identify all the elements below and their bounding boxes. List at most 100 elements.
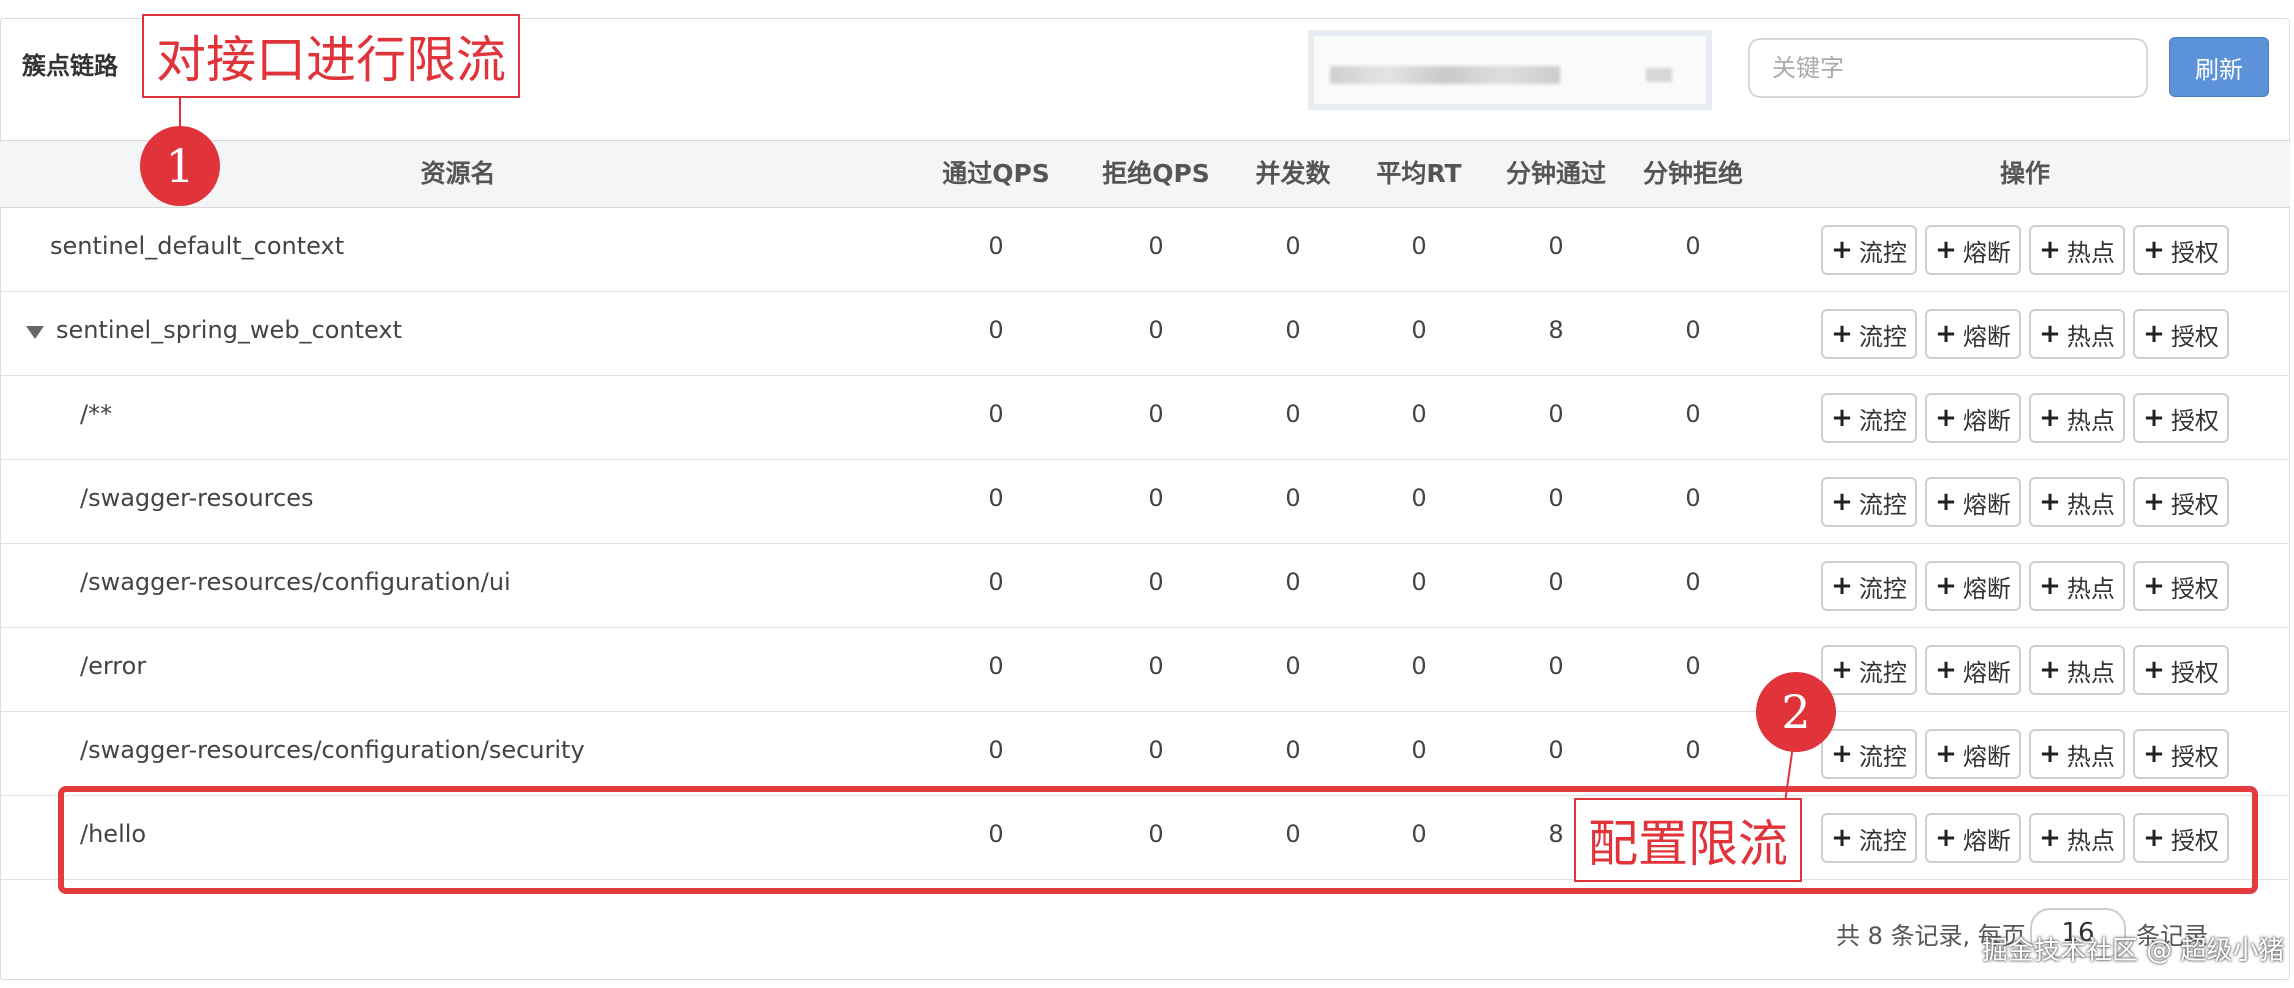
- authority-button[interactable]: + 授权: [2133, 645, 2229, 695]
- metric-cell: 0: [1411, 652, 1427, 680]
- plus-icon: +: [2039, 487, 2061, 517]
- hotspot-button[interactable]: + 热点: [2029, 393, 2125, 443]
- plus-icon: +: [1831, 235, 1853, 265]
- resource-name: /**: [80, 400, 113, 428]
- plus-icon: +: [2039, 655, 2061, 685]
- plus-icon: +: [1935, 571, 1957, 601]
- degrade-button[interactable]: + 熔断: [1925, 225, 2021, 275]
- blurred-app-selector[interactable]: [1308, 30, 1712, 110]
- action-label: 热点: [2066, 490, 2115, 519]
- metric-cell: 0: [1685, 484, 1701, 512]
- hotspot-button[interactable]: + 热点: [2029, 561, 2125, 611]
- plus-icon: +: [2143, 655, 2165, 685]
- hotspot-button[interactable]: + 热点: [2029, 645, 2125, 695]
- column-header-minute-block: 分钟拒绝: [1642, 159, 1744, 188]
- metric-cell: 0: [1685, 400, 1701, 428]
- authority-button[interactable]: + 授权: [2133, 393, 2229, 443]
- plus-icon: +: [2143, 571, 2165, 601]
- table-row: /** 0 0 0 0 0 0 + 流控 + 熔断 + 热点 + 授权: [0, 376, 2290, 460]
- flow-control-button[interactable]: + 流控: [1821, 477, 1917, 527]
- column-header-concurrency: 并发数: [1255, 159, 1331, 188]
- action-label: 授权: [2170, 490, 2219, 519]
- action-label: 热点: [2066, 238, 2115, 267]
- action-label: 热点: [2066, 406, 2115, 435]
- metric-cell: 0: [988, 652, 1004, 680]
- hotspot-button[interactable]: + 热点: [2029, 309, 2125, 359]
- refresh-button[interactable]: 刷新: [2169, 37, 2269, 97]
- flow-control-button[interactable]: + 流控: [1821, 309, 1917, 359]
- flow-control-button[interactable]: + 流控: [1821, 729, 1917, 779]
- metric-cell: 0: [1285, 316, 1301, 344]
- flow-control-button[interactable]: + 流控: [1821, 561, 1917, 611]
- hotspot-button[interactable]: + 热点: [2029, 225, 2125, 275]
- action-label: 熔断: [1962, 238, 2011, 267]
- metric-cell: 0: [1548, 484, 1564, 512]
- authority-button[interactable]: + 授权: [2133, 309, 2229, 359]
- degrade-button[interactable]: + 熔断: [1925, 561, 2021, 611]
- action-label: 授权: [2170, 322, 2219, 351]
- metric-cell: 0: [988, 568, 1004, 596]
- hotspot-button[interactable]: + 热点: [2029, 729, 2125, 779]
- action-label: 授权: [2170, 574, 2219, 603]
- resource-name: sentinel_default_context: [50, 232, 345, 260]
- metric-cell: 0: [1148, 400, 1164, 428]
- collapse-caret-icon[interactable]: [26, 326, 44, 339]
- resource-name: /swagger-resources: [80, 484, 314, 512]
- metric-cell: 0: [988, 316, 1004, 344]
- table-row: /swagger-resources 0 0 0 0 0 0 + 流控 + 熔断 + 热点 + 授权: [0, 460, 2290, 544]
- action-label: 熔断: [1962, 742, 2011, 771]
- metric-cell: 0: [1148, 232, 1164, 260]
- metric-cell: 0: [988, 400, 1004, 428]
- metric-cell: 0: [1548, 736, 1564, 764]
- degrade-button[interactable]: + 熔断: [1925, 309, 2021, 359]
- annotation-label-2: 配置限流: [1574, 798, 1802, 882]
- authority-button[interactable]: + 授权: [2133, 477, 2229, 527]
- metric-cell: 8: [1548, 316, 1564, 344]
- action-label: 流控: [1858, 574, 1907, 603]
- resource-name: /error: [80, 652, 147, 680]
- action-label: 流控: [1858, 490, 1907, 519]
- authority-button[interactable]: + 授权: [2133, 729, 2229, 779]
- degrade-button[interactable]: + 熔断: [1925, 477, 2021, 527]
- metric-cell: 0: [1148, 316, 1164, 344]
- metric-cell: 0: [1148, 736, 1164, 764]
- page-title: 簇点链路: [22, 52, 118, 80]
- plus-icon: +: [1935, 655, 1957, 685]
- degrade-button[interactable]: + 熔断: [1925, 729, 2021, 779]
- table-header: 资源名 通过QPS 拒绝QPS 并发数 平均RT 分钟通过 分钟拒绝 操作: [0, 140, 2290, 208]
- metric-cell: 0: [1685, 568, 1701, 596]
- annotation-marker-1: 1: [140, 126, 220, 206]
- hotspot-button[interactable]: + 热点: [2029, 477, 2125, 527]
- resource-name: /swagger-resources/configuration/ui: [80, 568, 511, 596]
- metric-cell: 0: [1548, 232, 1564, 260]
- plus-icon: +: [1831, 655, 1853, 685]
- search-input[interactable]: [1748, 38, 2148, 98]
- metric-cell: 0: [1285, 736, 1301, 764]
- action-label: 流控: [1858, 406, 1907, 435]
- hello-row-highlight: [58, 786, 2258, 894]
- plus-icon: +: [2143, 739, 2165, 769]
- watermark: 掘金技术社区 @ 超级小猪: [1982, 936, 2285, 966]
- action-label: 熔断: [1962, 490, 2011, 519]
- authority-button[interactable]: + 授权: [2133, 561, 2229, 611]
- action-label: 热点: [2066, 658, 2115, 687]
- action-label: 流控: [1858, 658, 1907, 687]
- authority-button[interactable]: + 授权: [2133, 225, 2229, 275]
- column-header-block-qps: 拒绝QPS: [1102, 159, 1210, 188]
- action-label: 熔断: [1962, 406, 2011, 435]
- metric-cell: 0: [1148, 652, 1164, 680]
- degrade-button[interactable]: + 熔断: [1925, 393, 2021, 443]
- plus-icon: +: [1831, 571, 1853, 601]
- degrade-button[interactable]: + 熔断: [1925, 645, 2021, 695]
- metric-cell: 0: [1285, 484, 1301, 512]
- action-label: 熔断: [1962, 658, 2011, 687]
- metric-cell: 0: [1285, 400, 1301, 428]
- flow-control-button[interactable]: + 流控: [1821, 645, 1917, 695]
- metric-cell: 0: [1685, 316, 1701, 344]
- table-row: /swagger-resources/configuration/ui 0 0 0 0 0…: [0, 544, 2290, 628]
- metric-cell: 0: [1285, 232, 1301, 260]
- metric-cell: 0: [1685, 232, 1701, 260]
- flow-control-button[interactable]: + 流控: [1821, 393, 1917, 443]
- metric-cell: 0: [988, 484, 1004, 512]
- flow-control-button[interactable]: + 流控: [1821, 225, 1917, 275]
